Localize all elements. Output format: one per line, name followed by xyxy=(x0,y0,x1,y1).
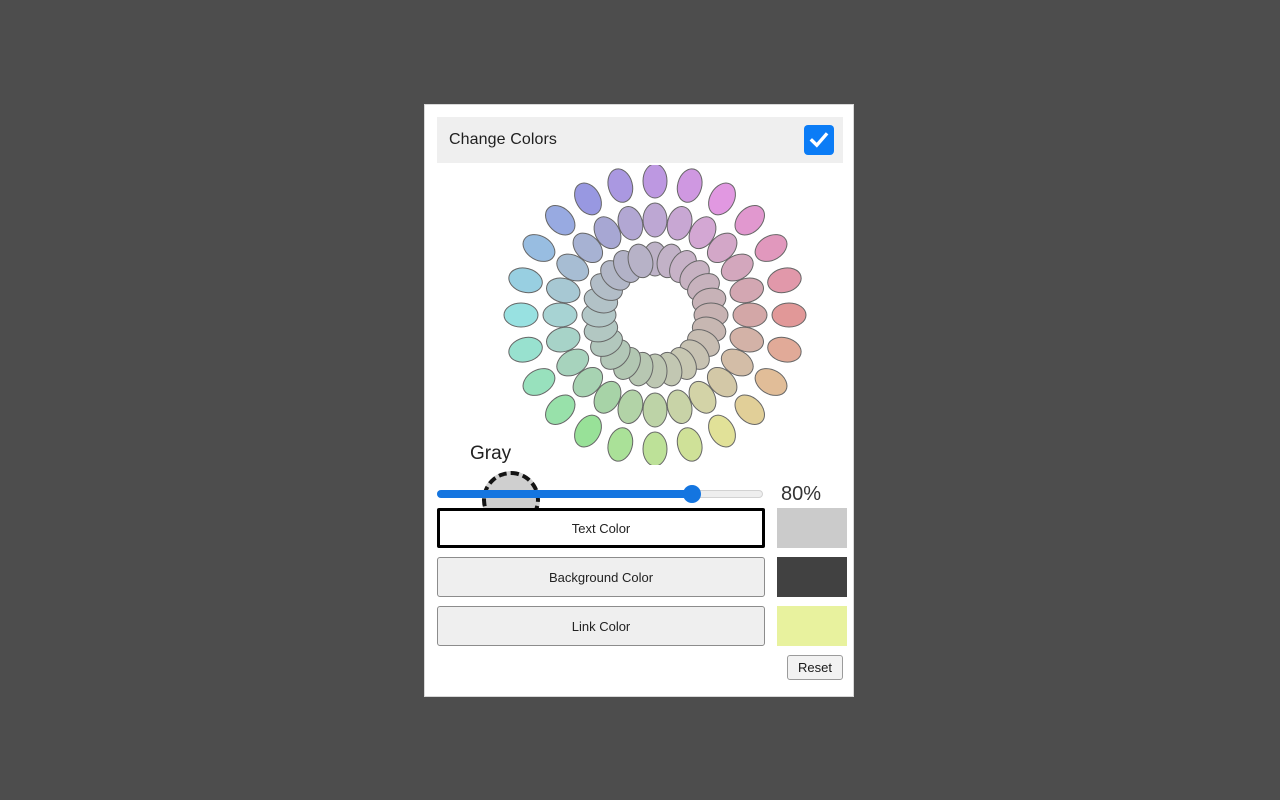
color-wheel-swatch[interactable] xyxy=(765,264,804,296)
reset-button[interactable]: Reset xyxy=(787,654,843,680)
color-wheel-swatch[interactable] xyxy=(506,264,545,296)
dialog-footer: Reset xyxy=(437,651,843,683)
color-wheel-swatch[interactable] xyxy=(732,302,768,328)
gray-picker-label: Gray xyxy=(470,443,512,464)
color-wheel-swatch[interactable] xyxy=(729,200,770,241)
lightness-slider[interactable] xyxy=(437,483,763,505)
color-wheel-swatch[interactable] xyxy=(506,334,545,366)
page-title: Change Colors xyxy=(449,131,558,148)
change-colors-dialog: Change Colors Gray 80% Text Color Backgr… xyxy=(424,104,854,697)
link-color-swatch[interactable] xyxy=(777,606,847,646)
checkmark-icon xyxy=(809,132,829,148)
color-wheel-swatch[interactable] xyxy=(642,202,668,238)
enable-change-colors-checkbox[interactable] xyxy=(804,125,834,155)
color-wheel-swatch[interactable] xyxy=(604,166,636,205)
color-wheel-swatch[interactable] xyxy=(765,334,804,366)
color-wheel-swatch[interactable] xyxy=(771,302,807,328)
background-color-swatch[interactable] xyxy=(777,557,847,597)
color-wheel-swatch[interactable] xyxy=(503,302,539,328)
color-wheel-swatch[interactable] xyxy=(750,229,791,267)
color-wheel-swatch[interactable] xyxy=(703,410,741,451)
slider-fill xyxy=(437,490,693,498)
dialog-header: Change Colors xyxy=(437,117,843,163)
color-wheel-swatch[interactable] xyxy=(750,363,791,401)
color-target-row: Background Color xyxy=(437,557,847,597)
color-wheel-swatch[interactable] xyxy=(518,363,559,401)
slider-value-label: 80% xyxy=(781,482,822,505)
background-color-button[interactable]: Background Color xyxy=(437,557,765,597)
text-color-swatch[interactable] xyxy=(777,508,847,548)
color-wheel-swatch[interactable] xyxy=(540,200,581,241)
slider-thumb[interactable] xyxy=(683,485,702,503)
color-target-row: Text Color xyxy=(437,508,847,548)
color-wheel-swatch[interactable] xyxy=(542,302,578,328)
color-wheel-swatch[interactable] xyxy=(642,431,668,465)
color-wheel-swatch[interactable] xyxy=(540,389,581,430)
color-wheel-swatch[interactable] xyxy=(674,166,706,205)
color-target-row: Link Color xyxy=(437,606,847,646)
color-wheel-swatch[interactable] xyxy=(518,229,559,267)
color-wheel-swatch[interactable] xyxy=(703,178,741,219)
color-wheel-swatch[interactable] xyxy=(604,425,636,464)
text-color-button[interactable]: Text Color xyxy=(437,508,765,548)
color-wheel[interactable] xyxy=(503,165,807,465)
color-wheel-swatch[interactable] xyxy=(729,389,770,430)
color-wheel-swatch[interactable] xyxy=(642,165,668,199)
color-wheel-swatch[interactable] xyxy=(569,410,607,451)
color-wheel-swatch[interactable] xyxy=(569,178,607,219)
link-color-button[interactable]: Link Color xyxy=(437,606,765,646)
color-wheel-swatch[interactable] xyxy=(642,392,668,428)
color-wheel-swatch[interactable] xyxy=(674,425,706,464)
